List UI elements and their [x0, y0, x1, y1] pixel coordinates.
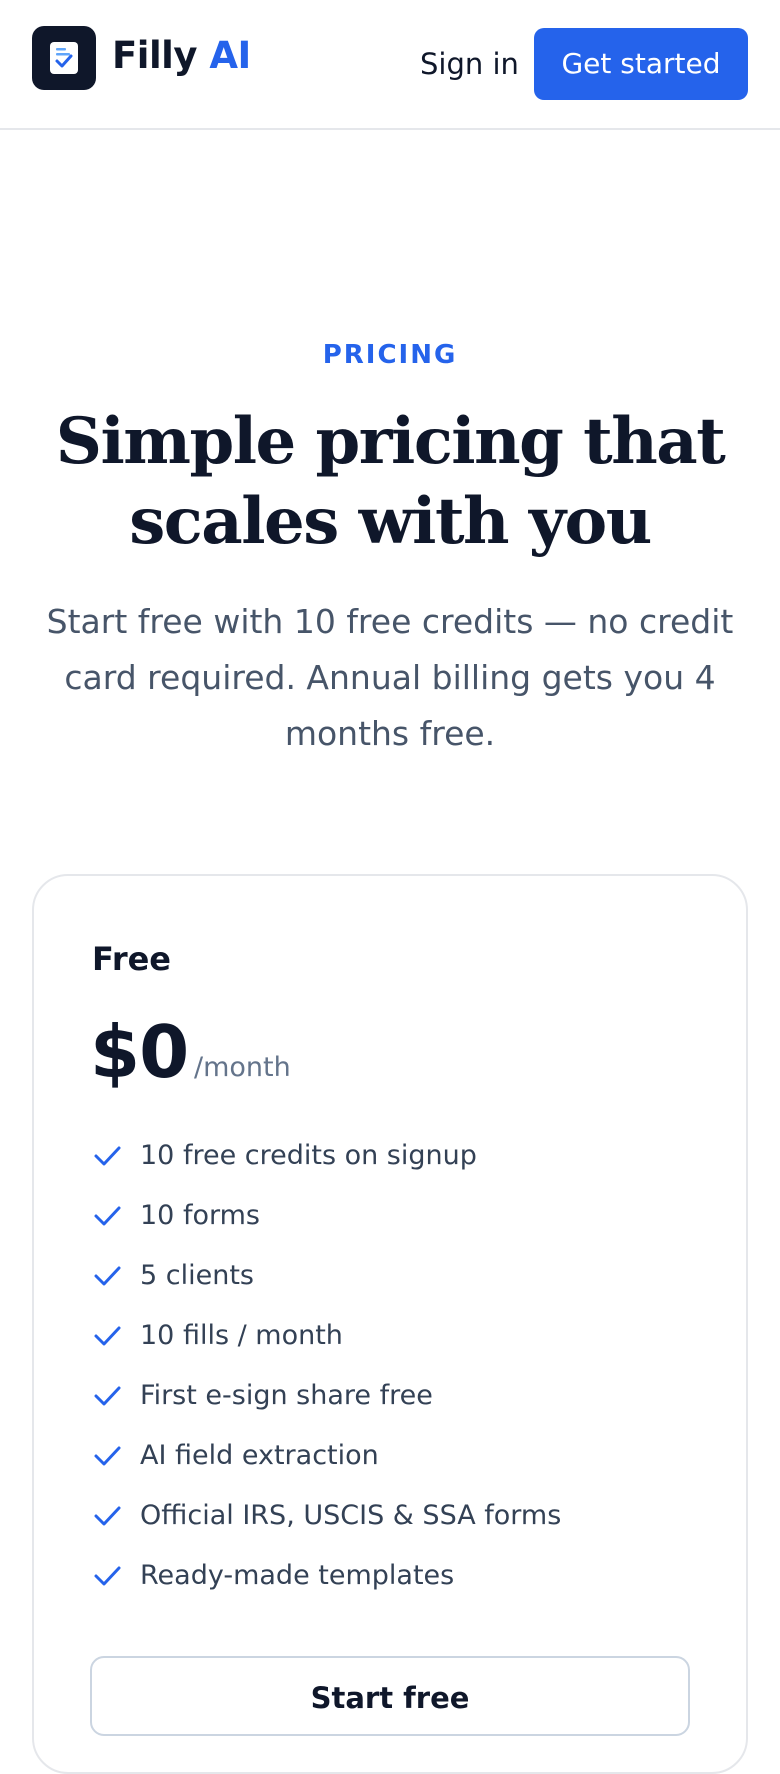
feature-item: AI field extraction	[92, 1438, 712, 1498]
feature-label: 10 fills / month	[140, 1320, 343, 1351]
check-icon	[94, 1146, 121, 1166]
check-icon	[94, 1566, 121, 1586]
feature-label: Official IRS, USCIS & SSA forms	[140, 1500, 562, 1531]
brand-name[interactable]: Filly AI	[112, 34, 251, 78]
brand-ai-text: AI	[209, 34, 251, 77]
check-icon	[94, 1266, 121, 1286]
get-started-button[interactable]: Get started	[534, 28, 748, 100]
page-subtitle: Start free with 10 free credits — no cre…	[46, 602, 734, 753]
feature-item: 10 free credits on signup	[92, 1138, 712, 1198]
feature-item: 10 forms	[92, 1198, 712, 1258]
check-icon	[94, 1206, 121, 1226]
feature-item: 5 clients	[92, 1258, 712, 1318]
plan-price: $0	[90, 1010, 189, 1094]
logo[interactable]	[32, 26, 96, 90]
feature-label: 5 clients	[140, 1260, 254, 1291]
feature-list: 10 free credits on signup 10 forms 5 cli…	[92, 1138, 712, 1618]
start-free-button[interactable]: Start free	[90, 1656, 690, 1736]
feature-label: 10 free credits on signup	[140, 1140, 477, 1171]
section-eyebrow: PRICING	[322, 340, 458, 370]
pricing-card-free: Free $0 /month 10 free credits on signup…	[32, 874, 748, 1774]
site-header: Filly AI Sign in Get started	[0, 0, 780, 130]
check-icon	[94, 1386, 121, 1406]
feature-item: Official IRS, USCIS & SSA forms	[92, 1498, 712, 1558]
feature-item: First e-sign share free	[92, 1378, 712, 1438]
feature-label: First e-sign share free	[140, 1380, 433, 1411]
plan-name: Free	[92, 940, 171, 978]
feature-label: Ready-made templates	[140, 1560, 455, 1591]
brand-name-text: Filly	[112, 34, 197, 77]
page-title: Simple pricing that scales with you	[55, 404, 726, 559]
feature-label: 10 forms	[140, 1200, 260, 1231]
check-icon	[94, 1326, 121, 1346]
plan-period: /month	[194, 1052, 291, 1083]
feature-item: Ready-made templates	[92, 1558, 712, 1618]
feature-item: 10 fills / month	[92, 1318, 712, 1378]
check-icon	[94, 1506, 121, 1526]
feature-label: AI field extraction	[140, 1440, 379, 1471]
document-check-icon	[50, 42, 78, 74]
check-icon	[94, 1446, 121, 1466]
sign-in-link[interactable]: Sign in	[420, 46, 519, 82]
